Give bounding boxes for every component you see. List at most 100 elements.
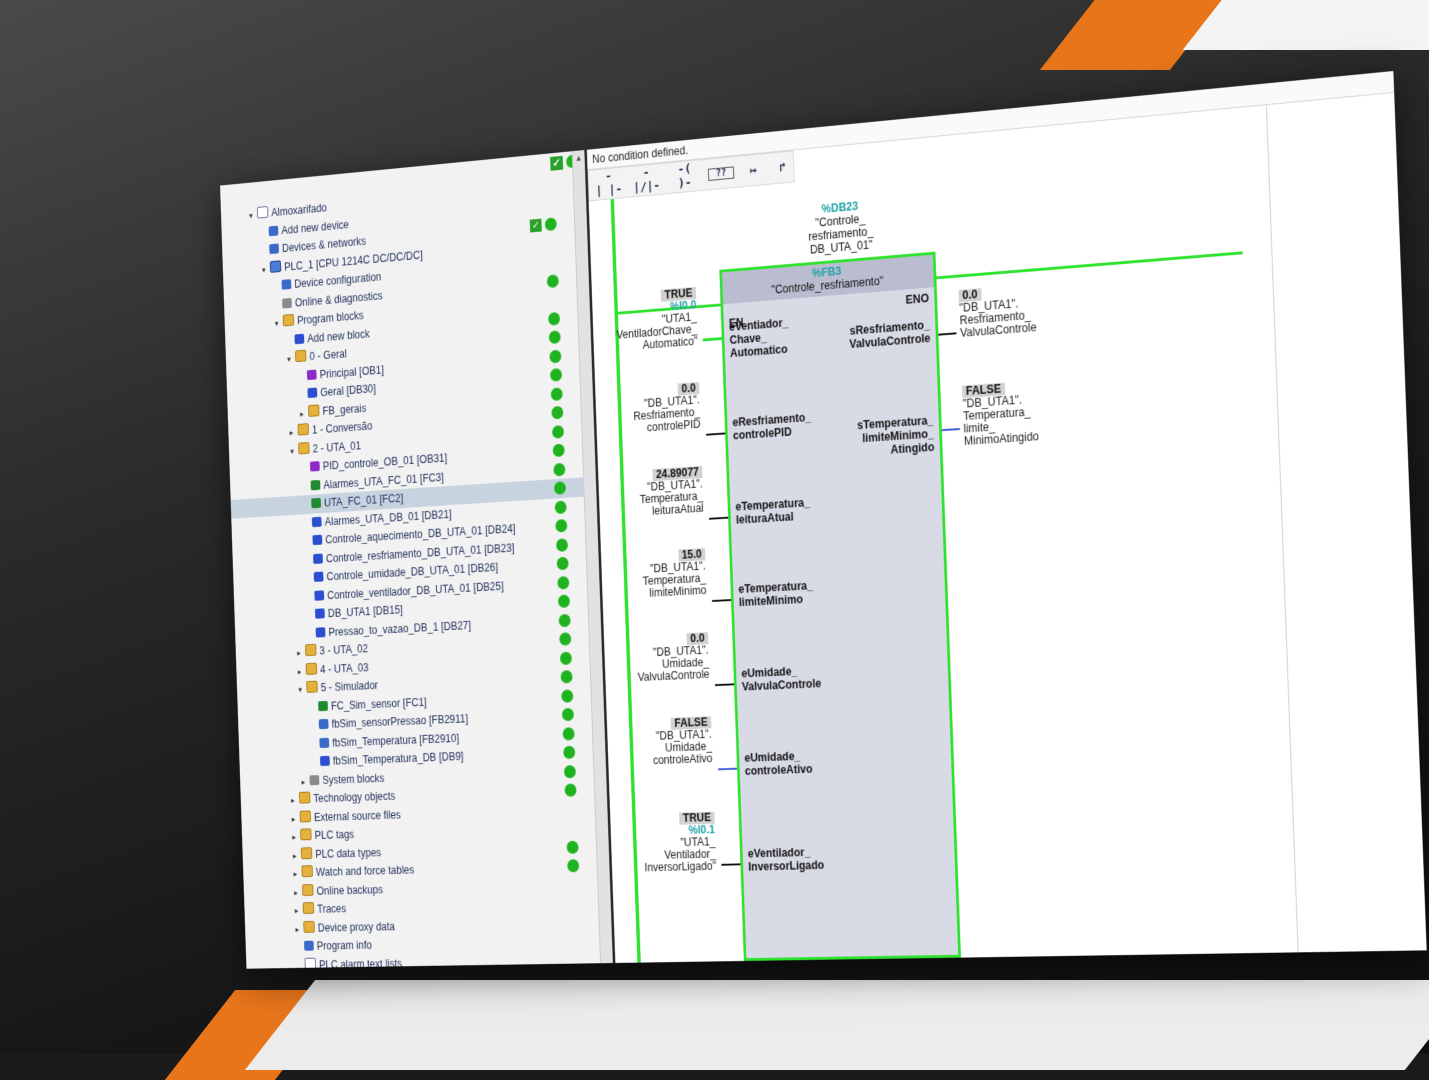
expand-chevron-icon[interactable]: ▸: [286, 423, 296, 442]
tree-item-label: PLC data types: [315, 846, 381, 860]
coil-button[interactable]: -( )-: [669, 161, 700, 192]
output-parameter[interactable]: 0.0"DB_UTA1". Resfriamento_ ValvulaContr…: [959, 280, 1089, 340]
db-icon: [315, 608, 325, 618]
input-wire: [721, 863, 740, 865]
tree-indent: [300, 489, 310, 490]
expand-chevron-icon[interactable]: ▾: [259, 260, 269, 279]
function-block-title: %FB3 "Controle_resfriamento": [722, 255, 934, 305]
status-ok-icon: [553, 443, 565, 457]
tree-item-label: Program info: [317, 939, 372, 953]
expand-chevron-icon[interactable]: ▾: [284, 350, 294, 369]
input-parameter[interactable]: TRUE%I0.1"UTA1_ Ventilador_ InversorLiga…: [612, 812, 717, 875]
status-ok-icon: [560, 651, 572, 664]
ob-icon: [307, 369, 317, 380]
status-ok-icon: [557, 557, 569, 571]
expand-chevron-icon[interactable]: ▸: [289, 828, 299, 846]
output-parameter[interactable]: FALSE"DB_UTA1". Temperatura_ limite_ Min…: [962, 377, 1093, 448]
tree-indent: [299, 471, 309, 472]
input-wire: [709, 517, 728, 520]
input-parameter[interactable]: FALSE"DB_UTA1". Umidade_ controleAtivo: [609, 716, 713, 768]
expand-chevron-icon[interactable]: ▸: [292, 920, 302, 938]
output-wire: [938, 332, 956, 335]
tree-item-label: Almoxarifado: [271, 201, 327, 219]
fb-input-pin: eUmidade_ controleAtivo: [744, 749, 813, 778]
status-ok-icon: [564, 765, 576, 778]
expand-chevron-icon[interactable]: ▾: [272, 314, 282, 333]
expand-chevron-icon[interactable]: ▾: [295, 680, 305, 698]
tree-indent: [302, 563, 312, 564]
ladder-editor: No condition defined. -| |--|/|--( )-??↦…: [587, 71, 1427, 963]
expand-chevron-icon[interactable]: ▸: [291, 883, 301, 901]
add-device-icon: [269, 225, 279, 236]
expand-chevron-icon[interactable]: ▸: [294, 662, 304, 680]
input-parameter[interactable]: TRUE%I0.0"UTA1_ VentiladorChave_ Automat…: [594, 287, 698, 355]
tree-item-label: 3 - UTA_02: [319, 642, 368, 657]
db-icon: [314, 572, 324, 582]
expand-chevron-icon[interactable]: ▸: [288, 791, 298, 809]
expand-chevron-icon[interactable]: ▸: [298, 772, 308, 790]
fb-icon: [319, 719, 329, 729]
tree-item-label: PLC tags: [314, 828, 354, 842]
input-parameter[interactable]: 24.89077"DB_UTA1". Temperatura_ leituraA…: [600, 466, 704, 521]
fb-input-pin: eVentilador_ InversorLigado: [748, 845, 825, 873]
folder-icon: [303, 902, 315, 914]
tree-item-label: External source files: [314, 808, 401, 823]
fb-input-pin: eResfriamento_ controlePID: [732, 411, 812, 443]
expand-chevron-icon[interactable]: ▾: [287, 442, 297, 461]
input-parameter[interactable]: 0.0"DB_UTA1". Resfriamento_ controlePID: [597, 382, 701, 438]
tree-item-label: Device proxy data: [318, 920, 395, 934]
input-parameter[interactable]: 0.0"DB_UTA1". Umidade_ ValvulaControle: [606, 632, 710, 685]
status-ok-icon: [564, 783, 576, 796]
status-ok-icon: [551, 387, 563, 401]
db-icon: [314, 590, 324, 600]
empty-box-button[interactable]: ??: [708, 166, 734, 181]
status-ok-icon: [551, 406, 563, 420]
status-ok-icon: [563, 746, 575, 759]
tree-indent: [303, 581, 313, 582]
expand-chevron-icon[interactable]: ▸: [297, 404, 307, 423]
tree-item-label: DB_UTA1 [DB15]: [328, 603, 403, 620]
input-parameter[interactable]: 15.0"DB_UTA1". Temperatura_ limiteMinimo: [603, 548, 707, 602]
tree-indent: [300, 508, 310, 509]
tree-item-label: 5 - Simulador: [321, 679, 379, 694]
status-ok-icon: [556, 538, 568, 552]
expand-chevron-icon[interactable]: ▾: [246, 206, 256, 225]
expand-chevron-icon[interactable]: ▸: [292, 901, 302, 919]
program-info-icon: [304, 941, 314, 951]
folder-icon: [299, 792, 311, 804]
expand-chevron-icon[interactable]: ▸: [290, 865, 300, 883]
instance-db-header: %DB23 "Controle_ resfriamento_ DB_UTA_01…: [778, 195, 904, 259]
no-contact-button[interactable]: -| |-: [594, 169, 624, 199]
db-icon: [316, 627, 326, 637]
folder-icon: [295, 350, 306, 363]
tag-name: "UTA1_ Ventilador_ InversorLigado": [613, 836, 717, 875]
tag-name: "DB_UTA1". Umidade_ ValvulaControle: [606, 644, 710, 685]
function-block-box[interactable]: %FB3 "Controle_resfriamento" EN ENO eVen…: [719, 252, 961, 961]
status-ok-icon: [559, 613, 571, 626]
tree-item-label: fbSim_Temperatura [FB2910]: [332, 731, 459, 749]
folder-icon: [302, 884, 314, 896]
expand-chevron-icon[interactable]: ▸: [294, 644, 304, 662]
scroll-up-icon[interactable]: ▲: [573, 152, 583, 164]
plc-icon: [270, 260, 281, 273]
fb-output-pin: sResfriamento_ ValvulaControle: [849, 318, 931, 351]
eno-wire: [936, 251, 1242, 279]
tree-item-label: 2 - UTA_01: [312, 439, 361, 455]
project-tree: ▾AlmoxarifadoAdd new deviceDevices & net…: [221, 175, 601, 969]
nc-contact-button[interactable]: -|/|-: [631, 165, 661, 196]
close-branch-button[interactable]: ↱: [772, 159, 793, 175]
project-icon: [257, 206, 268, 219]
db-icon: [307, 387, 317, 398]
fb-output-pin: sTemperatura_ limiteMinimo_ Atingido: [857, 414, 935, 459]
fc-icon: [311, 498, 321, 508]
status-ok-icon: [566, 840, 578, 853]
open-branch-button[interactable]: ↦: [742, 162, 763, 178]
tree-indent: [297, 397, 307, 398]
status-ok-icon: [547, 274, 559, 288]
expand-chevron-icon[interactable]: ▸: [290, 846, 300, 864]
folder-icon: [300, 810, 312, 822]
status-ok-icon: [555, 519, 567, 533]
tree-indent: [296, 379, 306, 380]
expand-chevron-icon[interactable]: ▸: [288, 809, 298, 827]
tree-indent: [303, 600, 313, 601]
